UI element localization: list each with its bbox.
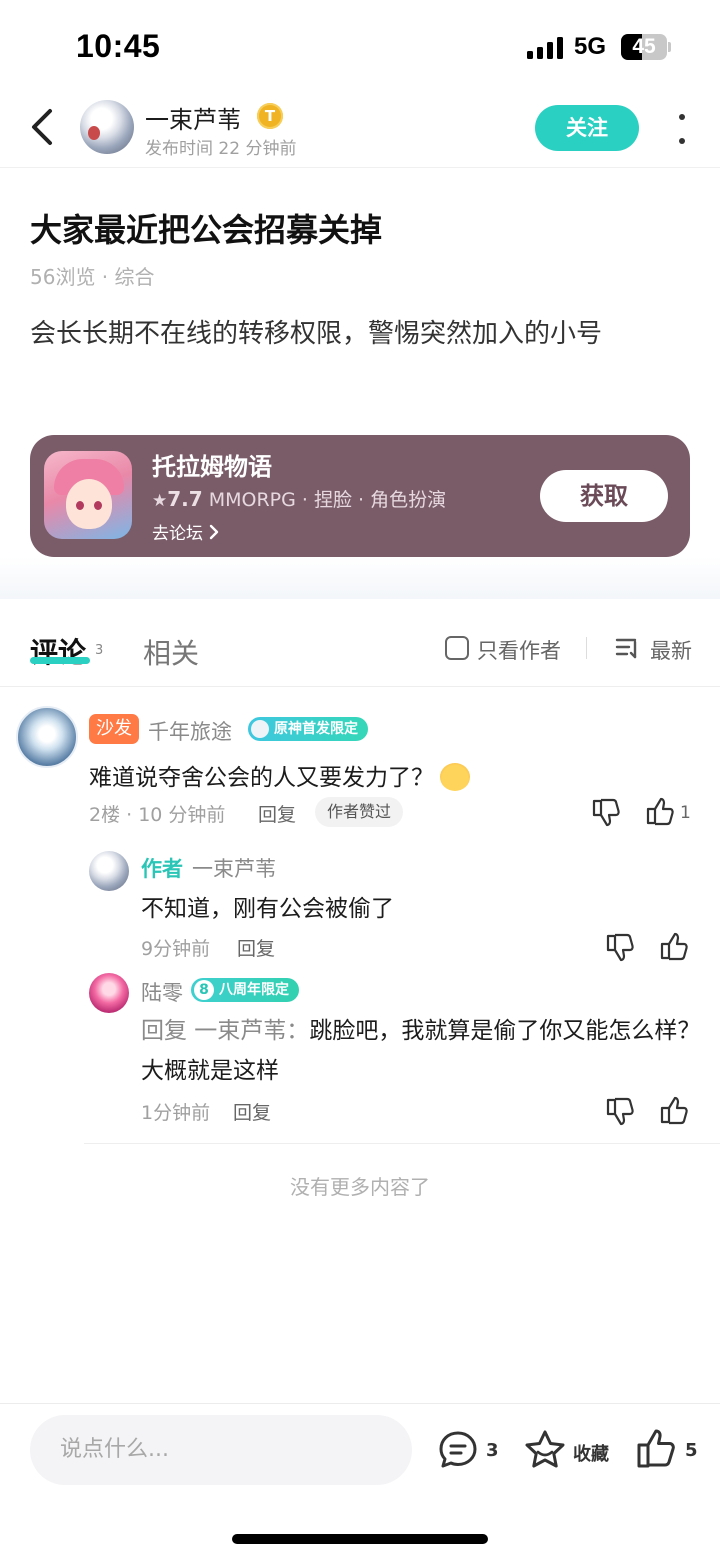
- get-game-button[interactable]: 获取: [540, 470, 668, 522]
- home-indicator[interactable]: [232, 1534, 488, 1544]
- reply-button[interactable]: 回复: [237, 934, 275, 961]
- reply-author-name[interactable]: 一束芦苇: [192, 853, 276, 883]
- like-icon[interactable]: [644, 795, 676, 827]
- anniversary-icon: 8: [194, 980, 214, 1000]
- emoji-icon: [440, 762, 470, 791]
- comment-tabs: 评论 3 相关 只看作者 最新: [0, 599, 720, 687]
- dislike-icon[interactable]: [590, 797, 622, 829]
- like-count: 5: [685, 1440, 698, 1461]
- signal-icon: [527, 37, 563, 59]
- battery-cap: [668, 42, 671, 52]
- reply-button[interactable]: 回复: [233, 1098, 271, 1125]
- chevron-right-icon: [210, 524, 219, 540]
- commenter-name[interactable]: 千年旅途: [148, 716, 232, 746]
- reply-avatar[interactable]: [89, 973, 129, 1013]
- tab-comments-count: 3: [95, 643, 104, 658]
- post-meta: 56浏览 · 综合: [30, 265, 155, 289]
- status-bar: 10:45 5G 45: [0, 0, 720, 90]
- author-level-badge: T: [257, 103, 283, 129]
- reply-meta: 9分钟前: [141, 938, 211, 960]
- section-divider: [0, 557, 720, 599]
- user-tag: 8 八周年限定: [191, 978, 299, 1002]
- post-body: 会长长期不在线的转移权限，警惕突然加入的小号: [30, 319, 603, 349]
- like-icon[interactable]: [658, 930, 690, 962]
- star-icon[interactable]: [523, 1428, 567, 1472]
- battery-icon: 45: [621, 34, 667, 60]
- reply-button[interactable]: 回复: [258, 800, 296, 827]
- game-info: ★7.7 MMORPG · 捏脸 · 角色扮演: [152, 485, 446, 512]
- user-tag-label: 八周年限定: [219, 982, 289, 998]
- back-button[interactable]: [22, 104, 66, 150]
- author-name[interactable]: 一束芦苇: [145, 100, 241, 135]
- like-icon[interactable]: [658, 1094, 690, 1126]
- tab-related[interactable]: 相关: [143, 632, 199, 672]
- game-forum-label: 去论坛: [152, 524, 203, 544]
- status-time: 10:45: [76, 28, 161, 64]
- post-header: 一束芦苇 T 发布时间 22 分钟前 关注: [0, 90, 720, 168]
- game-forum-link[interactable]: 去论坛: [152, 519, 220, 544]
- author-liked-badge: 作者赞过: [315, 797, 404, 827]
- comment-text-content: 难道说夺舍公会的人又要发力了？: [89, 765, 434, 791]
- favorite-label[interactable]: 收藏: [573, 1440, 609, 1466]
- author-label: 作者: [141, 857, 183, 881]
- thumbs-up-icon[interactable]: [634, 1426, 678, 1470]
- reply-text: 不知道，刚有公会被偷了: [141, 896, 394, 922]
- comment-count: 3: [486, 1440, 499, 1461]
- reply-prefix: 回复 一束芦苇：: [141, 1018, 310, 1044]
- reply-avatar[interactable]: [89, 851, 129, 891]
- comment-meta: 2楼 · 10 分钟前: [89, 804, 226, 826]
- like-count: 1: [680, 803, 691, 823]
- post-title: 大家最近把公会招募关掉: [30, 211, 383, 249]
- commenter-avatar[interactable]: [16, 706, 78, 768]
- sofa-badge: 沙发: [89, 714, 139, 744]
- follow-button[interactable]: 关注: [535, 105, 639, 151]
- tab-divider: [586, 637, 587, 659]
- user-tag: 原神首发限定: [248, 717, 368, 741]
- star-icon: ★: [152, 491, 168, 511]
- game-rating: 7.7: [167, 487, 203, 511]
- checkbox[interactable]: [445, 636, 469, 660]
- tab-active-indicator: [30, 657, 90, 664]
- more-options-icon[interactable]: [668, 108, 696, 148]
- tab-comments[interactable]: 评论: [30, 631, 86, 671]
- post-time: 发布时间 22 分钟前: [145, 139, 297, 159]
- network-type: 5G: [574, 33, 607, 60]
- reply-text: 回复 一束芦苇：跳脸吧，我就算是偷了你又能怎么样？大概就是这样: [141, 1011, 701, 1091]
- author-avatar[interactable]: [80, 100, 134, 154]
- comment-icon[interactable]: [436, 1428, 480, 1472]
- reply-author-name[interactable]: 陆零: [141, 977, 183, 1007]
- battery-percent: 45: [632, 35, 656, 58]
- sort-label: 最新: [650, 639, 692, 663]
- game-tags: MMORPG · 捏脸 · 角色扮演: [208, 489, 447, 511]
- game-card[interactable]: 托拉姆物语 ★7.7 MMORPG · 捏脸 · 角色扮演 去论坛 获取: [30, 435, 690, 557]
- game-name[interactable]: 托拉姆物语: [152, 447, 272, 482]
- dislike-icon[interactable]: [604, 932, 636, 964]
- sort-icon: [615, 638, 637, 659]
- reply-meta: 1分钟前: [141, 1102, 211, 1124]
- author-only-label: 只看作者: [477, 639, 561, 663]
- divider: [84, 1143, 720, 1144]
- game-icon[interactable]: [44, 451, 132, 539]
- dislike-icon[interactable]: [604, 1096, 636, 1128]
- no-more-content: 没有更多内容了: [290, 1175, 430, 1199]
- chevron-left-icon: [32, 109, 52, 145]
- comment-text: 难道说夺舍公会的人又要发力了？: [89, 758, 470, 793]
- bottom-action-bar: 说点什么... 3 收藏 5: [0, 1403, 720, 1558]
- comment-input[interactable]: 说点什么...: [30, 1415, 412, 1485]
